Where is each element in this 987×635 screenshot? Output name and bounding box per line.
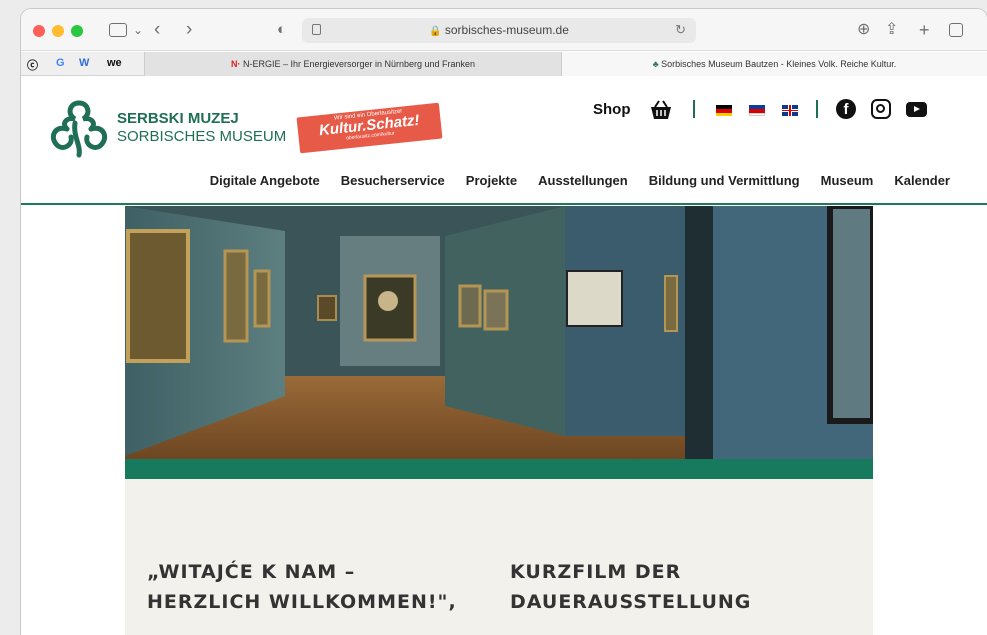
gallery-photo: [125, 206, 873, 459]
creative-commons-icon[interactable]: ⓒ: [27, 57, 38, 73]
nav-digitale-angebote[interactable]: Digitale Angebote: [210, 173, 320, 188]
tab-bar: ⓒ G W we N· N-ERGIE – Ihr Energieversorg…: [21, 52, 987, 76]
lock-icon: 🔒: [429, 26, 442, 37]
kulturschatz-badge[interactable]: Wir sind ein Oberlausitzer Kultur.Schatz…: [296, 102, 443, 154]
divider: [816, 100, 818, 118]
shop-link[interactable]: Shop: [593, 101, 631, 118]
nav-projekte[interactable]: Projekte: [466, 173, 517, 188]
address-bar[interactable]: 🔒 sorbisches-museum.de ↻: [302, 18, 696, 43]
share-icon[interactable]: ⇪: [885, 20, 898, 40]
site-header: SERBSKI MUZEJ SORBISCHES MUSEUM Wir sind…: [21, 77, 987, 205]
kurzfilm-heading: KURZFILM DER DAUERAUSSTELLUNG: [510, 561, 752, 613]
browser-toolbar: ⌄ ‹ › ◐ 🔒 sorbisches-museum.de ↻ ⊕ ⇪ +: [21, 9, 987, 51]
zoom-window-button[interactable]: [71, 25, 83, 37]
flag-sorbian-icon[interactable]: [749, 105, 765, 116]
nergie-favicon: N·: [230, 59, 241, 69]
museum-favicon: ♣: [652, 59, 659, 69]
hero-accent-band: [125, 459, 873, 479]
tab-title: Sorbisches Museum Bautzen - Kleines Volk…: [661, 59, 897, 69]
download-icon[interactable]: ⊕: [857, 20, 870, 40]
forward-icon[interactable]: ›: [186, 20, 192, 40]
logo-line-german: SORBISCHES MUSEUM: [117, 128, 287, 145]
nav-ausstellungen[interactable]: Ausstellungen: [538, 173, 628, 188]
hero-image: [125, 206, 873, 459]
reload-icon[interactable]: ↻: [675, 22, 686, 38]
sidebar-icon[interactable]: [109, 23, 127, 37]
instagram-icon[interactable]: [871, 99, 891, 119]
flag-de-icon[interactable]: [716, 105, 732, 116]
favorite-google[interactable]: G: [56, 57, 65, 69]
url-text: sorbisches-museum.de: [444, 23, 569, 37]
welcome-heading: „WITAJĆE K NAM – HERZLICH WILLKOMMEN!",: [147, 561, 457, 613]
minimize-window-button[interactable]: [52, 25, 64, 37]
new-tab-icon[interactable]: +: [919, 20, 930, 40]
tab-sorbisches-museum[interactable]: ♣ Sorbisches Museum Bautzen - Kleines Vo…: [562, 52, 987, 76]
browser-window: ⌄ ‹ › ◐ 🔒 sorbisches-museum.de ↻ ⊕ ⇪ + ⓒ…: [21, 9, 987, 635]
tab-title: N-ERGIE – Ihr Energieversorger in Nürnbe…: [242, 59, 476, 69]
flag-uk-icon[interactable]: [782, 105, 798, 116]
facebook-icon[interactable]: f: [836, 99, 856, 119]
nav-bildung[interactable]: Bildung und Vermittlung: [649, 173, 800, 188]
nav-besucherservice[interactable]: Besucherservice: [341, 173, 445, 188]
favorite-we[interactable]: we: [107, 57, 122, 69]
logo-line-sorbian: SERBSKI MUZEJ: [117, 110, 239, 127]
nav-museum[interactable]: Museum: [821, 173, 874, 188]
close-window-button[interactable]: [33, 25, 45, 37]
logo-text[interactable]: SERBSKI MUZEJ SORBISCHES MUSEUM: [117, 110, 286, 146]
favorite-w[interactable]: W: [79, 57, 89, 69]
divider: [693, 100, 695, 118]
tab-nergie[interactable]: N· N-ERGIE – Ihr Energieversorger in Nür…: [144, 52, 562, 76]
intro-section: „WITAJĆE K NAM – HERZLICH WILLKOMMEN!", …: [125, 479, 873, 635]
website: SERBSKI MUZEJ SORBISCHES MUSEUM Wir sind…: [21, 77, 987, 635]
youtube-icon[interactable]: [906, 102, 927, 117]
tab-overview-icon[interactable]: [949, 23, 963, 37]
nav-kalender[interactable]: Kalender: [894, 173, 950, 188]
back-icon[interactable]: ‹: [154, 20, 160, 40]
privacy-shield-icon[interactable]: ◐: [277, 20, 286, 40]
main-nav: Digitale Angebote Besucherservice Projek…: [210, 173, 950, 188]
basket-icon[interactable]: [649, 100, 673, 120]
museum-logo-icon[interactable]: [45, 97, 113, 159]
chevron-down-icon[interactable]: ⌄: [133, 20, 143, 40]
